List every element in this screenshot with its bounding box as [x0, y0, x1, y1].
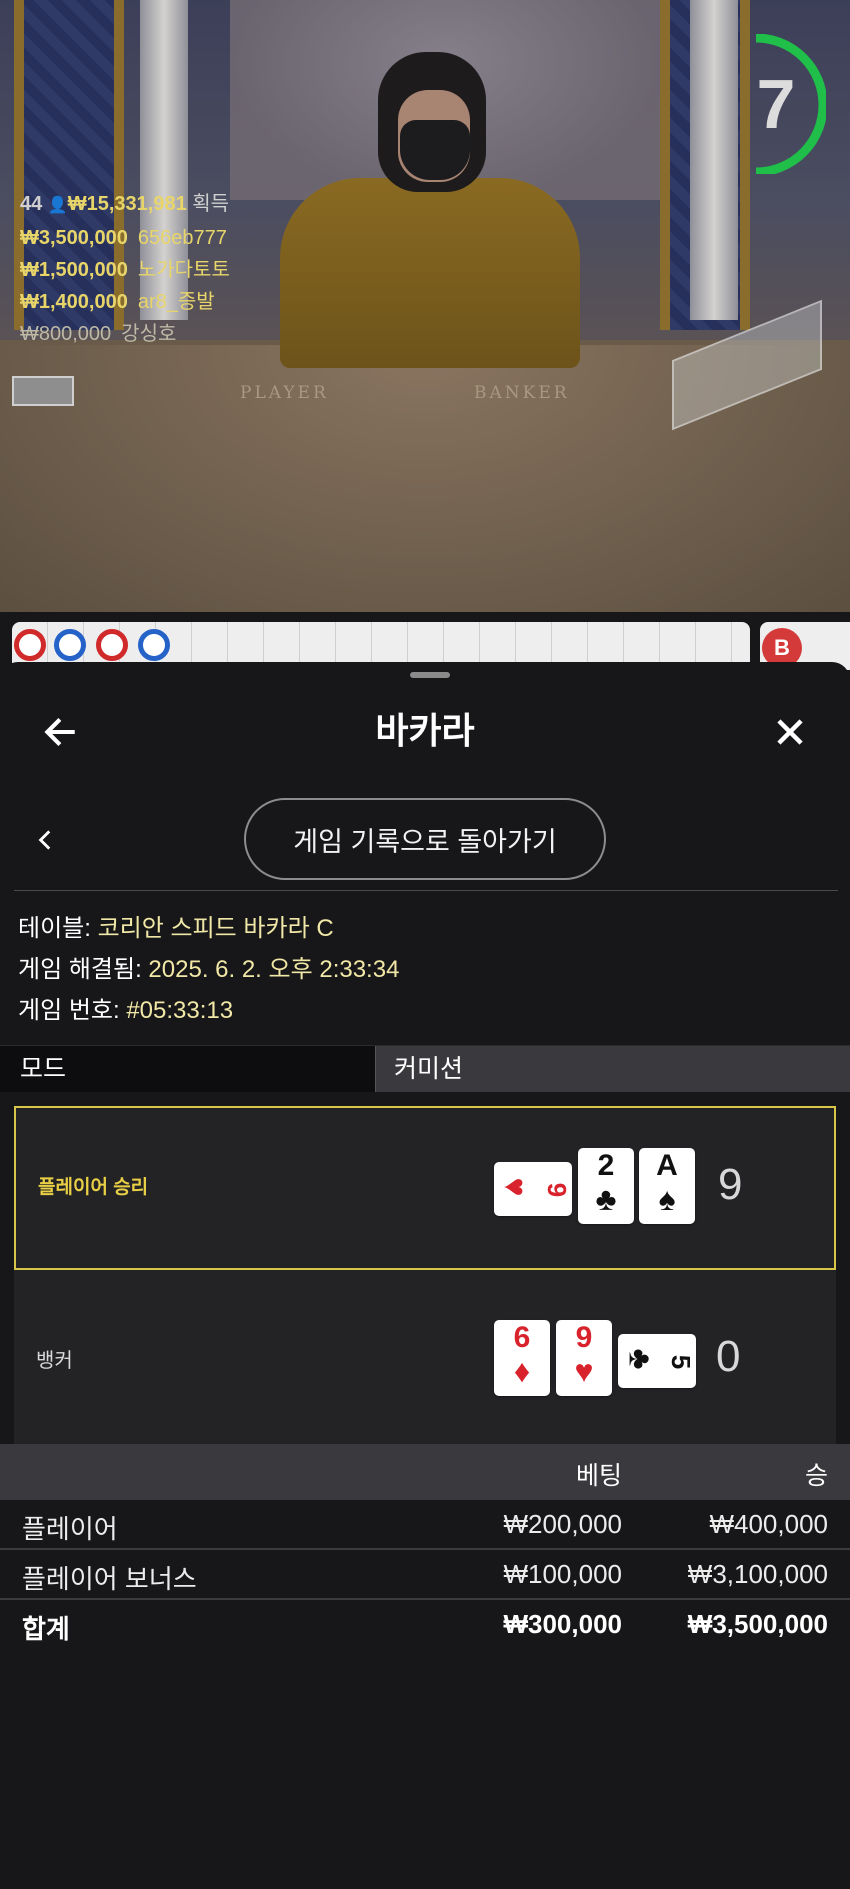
card-rank: 6 — [513, 1321, 531, 1354]
winner-name: 656eb777 — [137, 227, 227, 249]
wall-pillar — [690, 0, 738, 320]
total-bet: ₩300,000 — [503, 1609, 622, 1639]
card-suit: ♣ — [595, 1181, 617, 1217]
bead-player — [96, 629, 128, 661]
playing-card: A ♠ — [639, 1148, 695, 1224]
total-row: 합계 ₩300,000 ₩3,500,000 — [0, 1600, 850, 1650]
game-history-sheet: 바카라 게임 기록으로 돌아가기 테이블: 코리안 스피드 바카라 C 게임 해… — [0, 662, 850, 1889]
bet-name: 플레이어 보너스 — [22, 1564, 197, 1594]
total-win: ₩3,500,000 — [687, 1609, 828, 1639]
winner-name: 노가다토토 — [137, 259, 230, 281]
player-result: 플레이어 승리 ♥ 9 2 ♣ A ♠ 9 — [14, 1106, 836, 1270]
mode-bar: 모드 커미션 — [0, 1045, 850, 1092]
back-to-history-button[interactable]: 게임 기록으로 돌아가기 — [244, 798, 606, 880]
banker-result-label: 뱅커 — [36, 1350, 73, 1372]
bead-banker — [54, 629, 86, 661]
card-rank: 5 — [665, 1354, 696, 1370]
game-number-info: 게임 번호: #05:33:13 — [18, 990, 399, 1031]
winner-amount: ₩800,000 — [20, 323, 112, 345]
winners-summary: 44 👤₩15,331,981 획득 — [20, 188, 230, 222]
winner-row: ₩1,400,000 ar8_증발 — [20, 286, 230, 318]
card-rank: 9 — [575, 1321, 593, 1354]
table-value: 코리안 스피드 바카라 C — [97, 915, 334, 942]
card-rank: 2 — [597, 1149, 615, 1182]
win-amount: ₩3,100,000 — [687, 1559, 828, 1589]
playing-card: 2 ♣ — [578, 1148, 634, 1224]
winner-amount: ₩3,500,000 — [20, 227, 128, 249]
sheet-grabber[interactable] — [410, 672, 450, 678]
table-label: 테이블: — [18, 915, 91, 942]
playing-card: 6 ♦ — [494, 1320, 550, 1396]
dealer-mask — [400, 120, 470, 180]
banker-result: 뱅커 6 ♦ 9 ♥ ♣ 5 0 — [14, 1280, 836, 1444]
live-video: PLAYER BANKER 7 44 👤₩15,331,981 획득 ₩3,50… — [0, 0, 850, 612]
chip-tray — [12, 376, 74, 406]
sheet-title: 바카라 — [375, 710, 475, 751]
winner-row: ₩3,500,000 656eb777 — [20, 222, 230, 254]
player-score: 9 — [718, 1160, 743, 1209]
table-row: 플레이어 ₩200,000 ₩400,000 — [0, 1500, 850, 1550]
card-rank: A — [656, 1149, 678, 1182]
card-suit: ♣ — [622, 1348, 659, 1370]
bead-player — [14, 629, 46, 661]
chevron-left-icon — [38, 830, 51, 850]
total-label: 합계 — [22, 1614, 70, 1644]
winners-total: ₩15,331,981 — [67, 193, 187, 215]
close-button[interactable] — [764, 706, 816, 758]
bet-amount: ₩200,000 — [503, 1509, 622, 1539]
card-rank: 9 — [541, 1182, 572, 1198]
card-suit: ♥ — [574, 1353, 594, 1389]
playing-card: ♥ 9 — [494, 1162, 572, 1216]
card-suit: ♦ — [513, 1353, 531, 1389]
bet-column-header: 베팅 — [575, 1462, 622, 1490]
banker-score: 0 — [716, 1332, 741, 1381]
countdown-timer: 7 — [736, 33, 828, 177]
timer-value: 7 — [756, 65, 796, 143]
winner-name: 강싱호 — [121, 323, 177, 345]
person-icon: 👤 — [47, 197, 68, 214]
felt-player-text: PLAYER — [240, 383, 329, 403]
playing-card: ♣ 5 — [618, 1334, 696, 1388]
game-number-value: #05:33:13 — [126, 997, 234, 1024]
history-back-button[interactable] — [26, 818, 66, 862]
bet-name: 플레이어 — [22, 1514, 118, 1544]
winner-row: ₩1,500,000 노가다토토 — [20, 254, 230, 286]
game-number-label: 게임 번호: — [18, 997, 120, 1024]
winner-amount: ₩1,500,000 — [20, 259, 128, 281]
mode-tab[interactable]: 모드 — [0, 1046, 376, 1092]
player-result-label: 플레이어 승리 — [38, 1177, 149, 1198]
winners-list: 44 👤₩15,331,981 획득 ₩3,500,000 656eb777 ₩… — [20, 188, 230, 350]
winners-suffix: 획득 — [192, 193, 230, 215]
bead-banker — [138, 629, 170, 661]
resolved-label: 게임 해결됨: — [18, 956, 142, 983]
bets-table: 베팅 승 플레이어 ₩200,000 ₩400,000 플레이어 보너스 ₩10… — [0, 1444, 850, 1650]
felt-banker-text: BANKER — [474, 383, 570, 403]
resolved-info: 게임 해결됨: 2025. 6. 2. 오후 2:33:34 — [18, 949, 399, 990]
win-amount: ₩400,000 — [709, 1509, 828, 1539]
playing-card: 9 ♥ — [556, 1320, 612, 1396]
winner-name: ar8_증발 — [137, 291, 215, 313]
round-results: 플레이어 승리 ♥ 9 2 ♣ A ♠ 9 뱅커 6 ♦ 9 ♥ ♣ 5 0 — [14, 1106, 836, 1452]
winners-count: 44 — [20, 193, 43, 215]
commission-tab[interactable]: 커미션 — [376, 1046, 850, 1092]
resolved-value: 2025. 6. 2. 오후 2:33:34 — [148, 956, 400, 983]
bet-amount: ₩100,000 — [503, 1559, 622, 1589]
table-info: 테이블: 코리안 스피드 바카라 C — [18, 908, 399, 949]
divider — [14, 890, 838, 891]
close-icon — [777, 719, 803, 745]
card-suit: ♠ — [658, 1181, 676, 1217]
bets-header: 베팅 승 — [0, 1444, 850, 1500]
winner-amount: ₩1,400,000 — [20, 291, 128, 313]
game-info: 테이블: 코리안 스피드 바카라 C 게임 해결됨: 2025. 6. 2. 오… — [18, 908, 399, 1031]
table-row: 플레이어 보너스 ₩100,000 ₩3,100,000 — [0, 1550, 850, 1600]
dealer-body — [280, 178, 580, 368]
win-column-header: 승 — [804, 1462, 828, 1490]
card-suit: ♥ — [497, 1177, 534, 1197]
winner-row: ₩800,000 강싱호 — [20, 318, 230, 350]
